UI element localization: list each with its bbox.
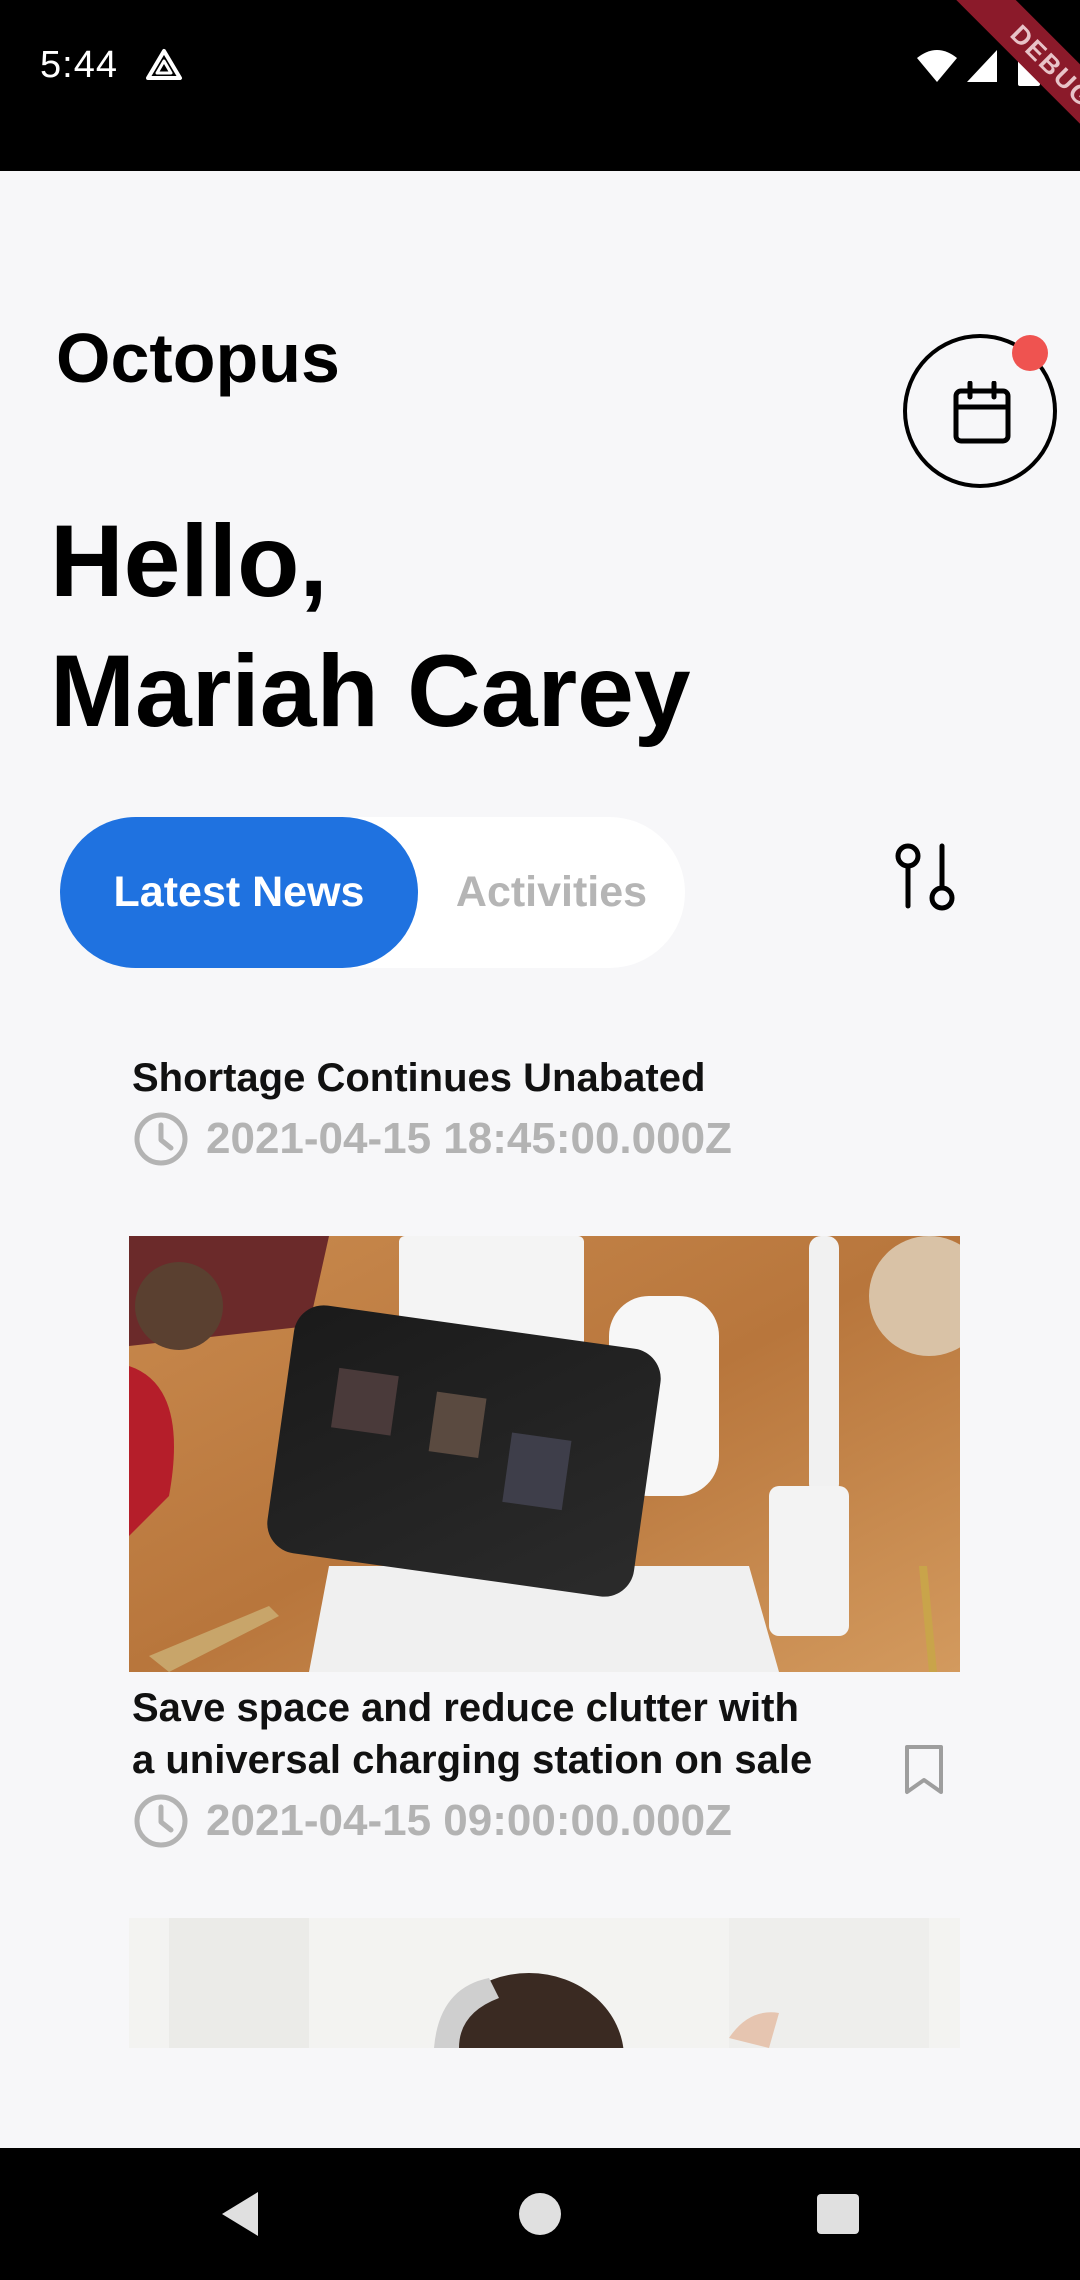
article-time: 2021-04-15 09:00:00.000Z xyxy=(132,1792,732,1850)
home-button[interactable] xyxy=(519,2193,561,2235)
clock-icon xyxy=(134,1794,188,1848)
article-image[interactable] xyxy=(129,1236,960,1672)
tab-latest-news[interactable]: Latest News xyxy=(60,817,418,968)
user-name: Mariah Carey xyxy=(50,634,691,748)
status-bar: 5:44 DEBUG xyxy=(0,0,1080,180)
article-time: 2021-04-15 18:45:00.000Z xyxy=(132,1110,732,1168)
notification-dot xyxy=(1012,335,1048,371)
article-title-line-1: Save space and reduce clutter with xyxy=(132,1686,799,1730)
clock-icon xyxy=(134,1112,188,1166)
article-time-label: 2021-04-15 09:00:00.000Z xyxy=(206,1796,732,1845)
article-time-label: 2021-04-15 18:45:00.000Z xyxy=(206,1114,732,1163)
calendar-icon xyxy=(953,381,1011,444)
news-feed[interactable]: Shortage Continues Unabated 2021-04-15 1… xyxy=(0,1030,1080,2048)
bookmark-icon[interactable] xyxy=(903,1744,945,1796)
article-image[interactable] xyxy=(129,1918,960,2048)
article-title[interactable]: Save space and reduce clutter with a uni… xyxy=(132,1682,812,1786)
drive-icon xyxy=(146,49,182,80)
tab-activities[interactable]: Activities xyxy=(418,817,685,968)
greeting-line-1: Hello, xyxy=(50,504,328,618)
recents-button[interactable] xyxy=(817,2194,859,2234)
status-time: 5:44 xyxy=(40,44,118,86)
article-title-line-2: a universal charging station on sale xyxy=(132,1738,813,1782)
sliders-icon[interactable] xyxy=(890,842,962,914)
debug-banner-label: DEBUG xyxy=(938,0,1080,180)
greeting: Hello, Mariah Carey xyxy=(50,496,691,756)
back-icon[interactable] xyxy=(218,2190,262,2238)
tab-bar: Latest News Activities xyxy=(60,817,685,968)
app-brand: Octopus xyxy=(56,319,340,397)
debug-banner: DEBUG xyxy=(900,0,1080,180)
article-title[interactable]: Shortage Continues Unabated xyxy=(132,1052,705,1104)
